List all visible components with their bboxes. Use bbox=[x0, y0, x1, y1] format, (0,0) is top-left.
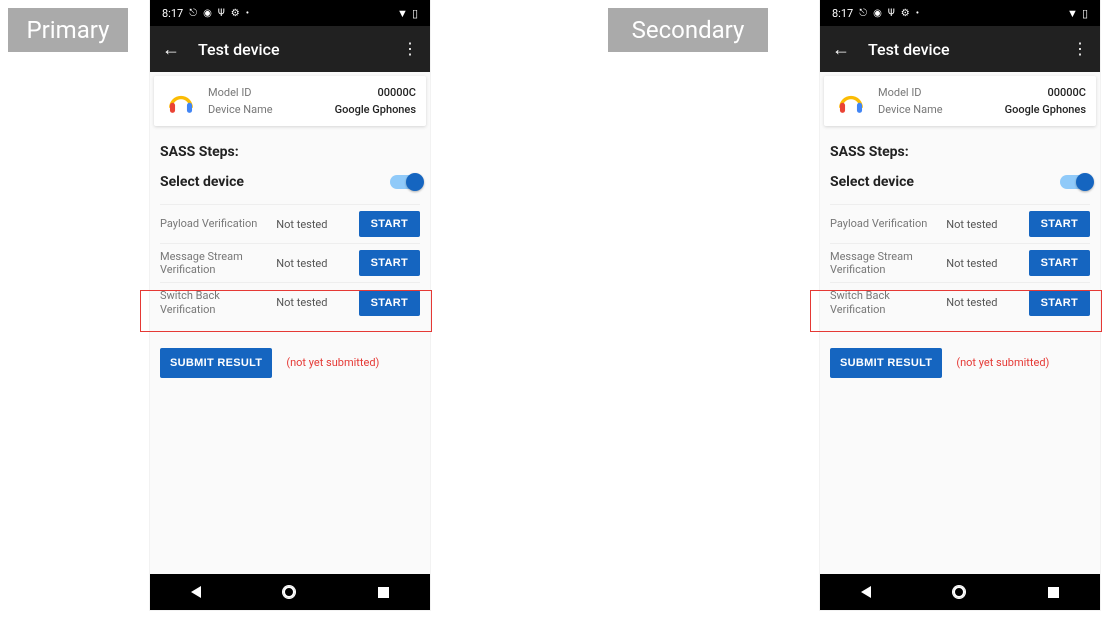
nav-home-icon[interactable] bbox=[953, 586, 965, 598]
nav-recent-icon[interactable] bbox=[1048, 587, 1059, 598]
status-icon: • bbox=[916, 8, 919, 19]
test-status: Not tested bbox=[276, 296, 352, 309]
back-icon[interactable]: ← bbox=[162, 39, 180, 60]
nav-back-icon[interactable] bbox=[861, 586, 871, 598]
start-button[interactable]: START bbox=[359, 211, 420, 237]
test-row-message-stream: Message Stream Verification Not tested S… bbox=[160, 243, 420, 282]
test-name: Switch Back Verification bbox=[830, 289, 940, 315]
wifi-icon: ▼ bbox=[397, 7, 408, 20]
status-time: 8:17 bbox=[832, 7, 853, 20]
device-name-label: Device Name bbox=[878, 103, 943, 116]
android-nav-bar bbox=[150, 574, 430, 610]
nav-back-icon[interactable] bbox=[191, 586, 201, 598]
device-info-card: Model ID 00000C Device Name Google Gphon… bbox=[824, 76, 1096, 126]
test-name: Payload Verification bbox=[160, 217, 270, 230]
status-icon: ⚙ bbox=[901, 8, 910, 19]
model-id-label: Model ID bbox=[208, 86, 252, 99]
start-button[interactable]: START bbox=[359, 290, 420, 316]
device-name-label: Device Name bbox=[208, 103, 273, 116]
model-id-label: Model ID bbox=[878, 86, 922, 99]
test-row-switch-back: Switch Back Verification Not tested STAR… bbox=[830, 282, 1090, 321]
submit-note: (not yet submitted) bbox=[286, 356, 379, 369]
test-row-payload: Payload Verification Not tested START bbox=[830, 204, 1090, 243]
headphones-icon bbox=[164, 84, 198, 118]
submit-result-button[interactable]: SUBMIT RESULT bbox=[830, 348, 942, 378]
test-name: Payload Verification bbox=[830, 217, 940, 230]
status-icon: Ψ bbox=[888, 8, 895, 19]
start-button[interactable]: START bbox=[1029, 211, 1090, 237]
device-info-card: Model ID 00000C Device Name Google Gphon… bbox=[154, 76, 426, 126]
sass-steps-title: SASS Steps: bbox=[830, 144, 1090, 160]
app-bar: ← Test device ⋮ bbox=[150, 26, 430, 72]
battery-icon: ▯ bbox=[1082, 7, 1088, 20]
submit-row: SUBMIT RESULT (not yet submitted) bbox=[820, 326, 1100, 400]
test-name: Message Stream Verification bbox=[830, 250, 940, 276]
test-row-switch-back: Switch Back Verification Not tested STAR… bbox=[160, 282, 420, 321]
status-icon: ⎋ bbox=[859, 8, 867, 19]
status-bar: 8:17 ⎋ ◉ Ψ ⚙ • ▼ ▯ bbox=[150, 0, 430, 26]
primary-label: Primary bbox=[8, 8, 128, 52]
device-name-value: Google Gphones bbox=[335, 103, 416, 116]
status-time: 8:17 bbox=[162, 7, 183, 20]
submit-note: (not yet submitted) bbox=[956, 356, 1049, 369]
test-status: Not tested bbox=[276, 257, 352, 270]
nav-home-icon[interactable] bbox=[283, 586, 295, 598]
battery-icon: ▯ bbox=[412, 7, 418, 20]
app-bar: ← Test device ⋮ bbox=[820, 26, 1100, 72]
select-device-toggle[interactable] bbox=[1060, 175, 1090, 189]
select-device-label: Select device bbox=[160, 174, 244, 190]
status-icon: ⎋ bbox=[189, 8, 197, 19]
test-row-message-stream: Message Stream Verification Not tested S… bbox=[830, 243, 1090, 282]
test-status: Not tested bbox=[946, 296, 1022, 309]
status-bar: 8:17 ⎋ ◉ Ψ ⚙ • ▼ ▯ bbox=[820, 0, 1100, 26]
status-icon: ◉ bbox=[203, 8, 212, 19]
model-id-value: 00000C bbox=[378, 86, 416, 99]
nav-recent-icon[interactable] bbox=[378, 587, 389, 598]
wifi-icon: ▼ bbox=[1067, 7, 1078, 20]
sass-section: SASS Steps: Select device Payload Verifi… bbox=[150, 130, 430, 326]
model-id-value: 00000C bbox=[1048, 86, 1086, 99]
select-device-label: Select device bbox=[830, 174, 914, 190]
headphones-icon bbox=[834, 84, 868, 118]
status-icon: ⚙ bbox=[231, 8, 240, 19]
test-status: Not tested bbox=[946, 257, 1022, 270]
primary-phone: 8:17 ⎋ ◉ Ψ ⚙ • ▼ ▯ ← Test device ⋮ Model… bbox=[150, 0, 430, 610]
secondary-label: Secondary bbox=[608, 8, 768, 52]
start-button[interactable]: START bbox=[1029, 250, 1090, 276]
test-status: Not tested bbox=[946, 218, 1022, 231]
test-status: Not tested bbox=[276, 218, 352, 231]
android-nav-bar bbox=[820, 574, 1100, 610]
sass-section: SASS Steps: Select device Payload Verifi… bbox=[820, 130, 1100, 326]
appbar-title: Test device bbox=[198, 40, 384, 59]
status-icon: Ψ bbox=[218, 8, 225, 19]
submit-result-button[interactable]: SUBMIT RESULT bbox=[160, 348, 272, 378]
test-row-payload: Payload Verification Not tested START bbox=[160, 204, 420, 243]
device-name-value: Google Gphones bbox=[1005, 103, 1086, 116]
secondary-phone: 8:17 ⎋ ◉ Ψ ⚙ • ▼ ▯ ← Test device ⋮ Model… bbox=[820, 0, 1100, 610]
status-icon: ◉ bbox=[873, 8, 882, 19]
start-button[interactable]: START bbox=[359, 250, 420, 276]
test-name: Message Stream Verification bbox=[160, 250, 270, 276]
select-device-toggle[interactable] bbox=[390, 175, 420, 189]
test-name: Switch Back Verification bbox=[160, 289, 270, 315]
status-icon: • bbox=[246, 8, 249, 19]
submit-row: SUBMIT RESULT (not yet submitted) bbox=[150, 326, 430, 400]
start-button[interactable]: START bbox=[1029, 290, 1090, 316]
back-icon[interactable]: ← bbox=[832, 39, 850, 60]
sass-steps-title: SASS Steps: bbox=[160, 144, 420, 160]
appbar-title: Test device bbox=[868, 40, 1054, 59]
